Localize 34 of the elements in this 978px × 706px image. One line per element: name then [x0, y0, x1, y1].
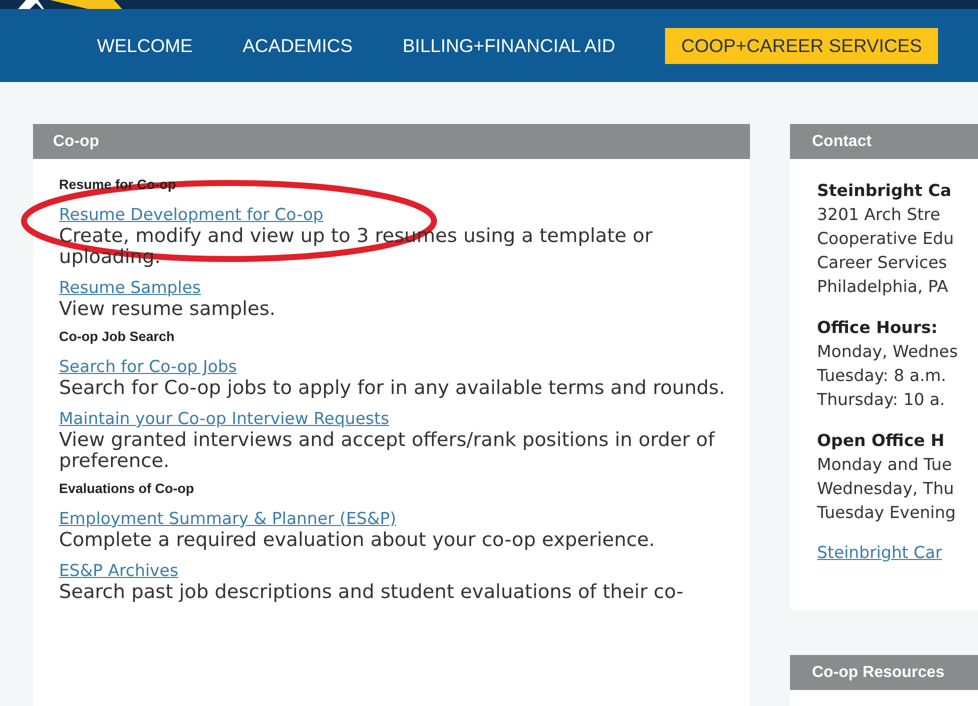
panel-title: Co-op Resources: [790, 655, 978, 690]
description: View resume samples.: [59, 298, 277, 319]
link[interactable]: ES&P Archives: [59, 560, 178, 581]
description: Search past job descriptions and student evaluations of their co-: [59, 581, 684, 602]
nav-tab[interactable]: BILLING+FINANCIAL AID: [402, 28, 616, 64]
link[interactable]: Steinbright Car: [817, 542, 942, 563]
contact-heading: Steinbright Ca: [817, 180, 952, 202]
contact-line: Philadelphia, PA: [817, 276, 950, 298]
section-heading: Co-op Job Search: [59, 329, 175, 344]
description: View granted interviews and accept offers/rank positions in order of preference.: [59, 429, 716, 471]
contact-line: Career Services: [817, 252, 948, 274]
link[interactable]: Employment Summary & Planner (ES&P): [59, 508, 396, 529]
contact-line: Tuesday Evening: [817, 502, 957, 524]
panel-title: Contact: [790, 124, 978, 159]
link[interactable]: Resume Samples: [59, 277, 201, 298]
contact-heading: Open Office H: [817, 430, 946, 452]
contact-line: Monday, Wednes: [817, 341, 959, 363]
link[interactable]: Resume Development for Co-op: [59, 204, 324, 225]
section-heading: Evaluations of Co-op: [59, 481, 194, 496]
contact-line: Monday and Tue: [817, 454, 953, 476]
link[interactable]: Search for Co-op Jobs: [59, 356, 237, 377]
link[interactable]: Maintain your Co-op Interview Requests: [59, 408, 390, 429]
nav-tab[interactable]: ACADEMICS: [242, 28, 353, 64]
contact-line: Tuesday: 8 a.m.: [817, 365, 948, 387]
contact-line: 3201 Arch Stre: [817, 204, 942, 226]
description: Search for Co-op jobs to apply for in any available terms and rounds.: [59, 377, 726, 398]
description: Complete a required evaluation about your co-op experience.: [59, 529, 656, 550]
nav-tab[interactable]: COOP+CAREER SERVICES: [665, 28, 938, 64]
contact-heading: Office Hours:: [817, 317, 939, 339]
panel-title: Co-op: [33, 124, 750, 159]
contact-line: Cooperative Edu: [817, 228, 955, 250]
nav-tab[interactable]: WELCOME: [97, 28, 193, 64]
contact-line: Thursday: 10 a.: [817, 389, 946, 411]
contact-line: Wednesday, Thu: [817, 478, 956, 500]
